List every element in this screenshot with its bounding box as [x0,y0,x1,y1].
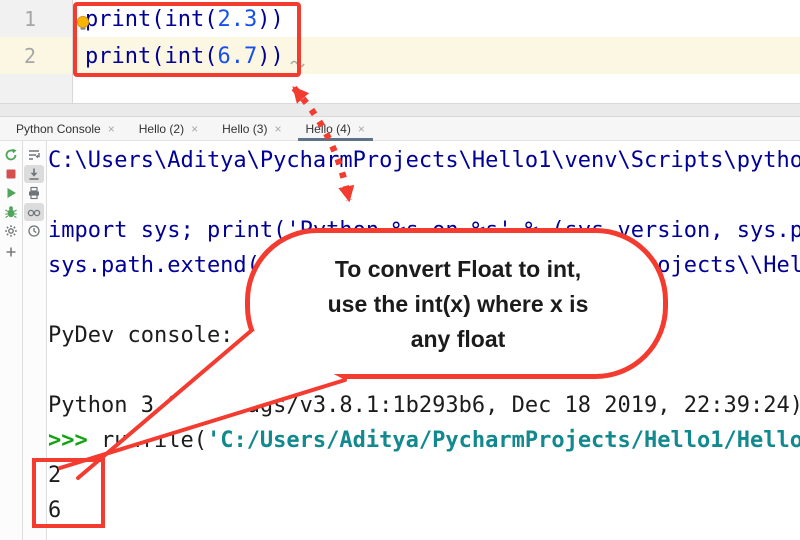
show-variables-button[interactable] [24,203,44,221]
python-console-panel: C:\Users\Aditya\PycharmProjects\Hello1\v… [0,141,800,540]
stop-icon [4,167,18,181]
intention-bulb-icon[interactable] [76,15,90,32]
code-line: print(int(6.7)) [85,39,284,74]
console-line: 6 [48,493,61,528]
scroll-to-end-button[interactable] [24,165,44,183]
panel-splitter[interactable] [0,103,800,117]
line-number: 2 [0,39,36,74]
debug-button[interactable] [1,203,21,221]
stop-button[interactable] [1,165,21,183]
console-line: C:\Users\Aditya\PycharmProjects\Hello1\v… [48,143,800,178]
add-console-button[interactable] [1,243,21,261]
tab-bar: Python Console×Hello (2)×Hello (3)×Hello… [0,117,800,141]
run-button[interactable] [1,184,21,202]
soft-wrap-icon [27,148,41,162]
tab-python-console[interactable]: Python Console × [10,117,121,141]
plus-icon [4,245,18,259]
tab-label: Hello (2) [139,122,184,136]
scroll-to-end-icon [27,167,41,181]
tab-close-icon[interactable]: × [274,123,281,135]
settings-button[interactable] [1,222,21,240]
gutter-divider [72,0,73,103]
tab-hello-2[interactable]: Hello (2) × [133,117,204,141]
clock-icon [27,224,41,238]
tab-label: Hello (4) [306,122,351,136]
console-line: Python 3.8.1 (tags/v3.8.1:1b293b6, Dec 1… [48,388,800,423]
printer-icon [27,186,41,200]
tab-close-icon[interactable]: × [191,123,198,135]
console-toolbar-left [0,141,23,540]
tab-hello-4[interactable]: Hello (4) × [300,117,371,141]
tab-label: Hello (3) [222,122,267,136]
tab-close-icon[interactable]: × [358,123,365,135]
console-line: >>> runfile('C:/Users/Aditya/PycharmProj… [48,423,800,458]
console-line: sys.path.extend(['C:\\Users\\Aditya\\Pyc… [48,248,800,283]
history-button[interactable] [24,222,44,240]
print-button[interactable] [24,184,44,202]
soft-wrap-button[interactable] [24,146,44,164]
console-line: import sys; print('Python %s on %s' % (s… [48,213,800,248]
code-editor[interactable]: 12 print(int(2.3))print(int(6.7)) [0,0,800,103]
rerun-button[interactable] [1,146,21,164]
debug-icon [4,205,18,219]
run-icon [4,186,18,200]
console-output[interactable]: C:\Users\Aditya\PycharmProjects\Hello1\v… [48,143,800,540]
console-line: PyDev console: starting. [48,318,366,353]
console-toolbar-right [23,141,47,540]
line-number: 1 [0,2,36,37]
glasses-icon [27,205,41,219]
rerun-icon [4,148,18,162]
weak-warning-squiggle-icon [290,58,308,68]
tab-hello-3[interactable]: Hello (3) × [216,117,287,141]
pycharm-window: 12 print(int(2.3))print(int(6.7)) Python… [0,0,800,540]
tab-close-icon[interactable]: × [108,123,115,135]
console-line: 2 [48,458,61,493]
tab-label: Python Console [16,122,101,136]
code-line: print(int(2.3)) [85,2,284,37]
gear-icon [4,224,18,238]
